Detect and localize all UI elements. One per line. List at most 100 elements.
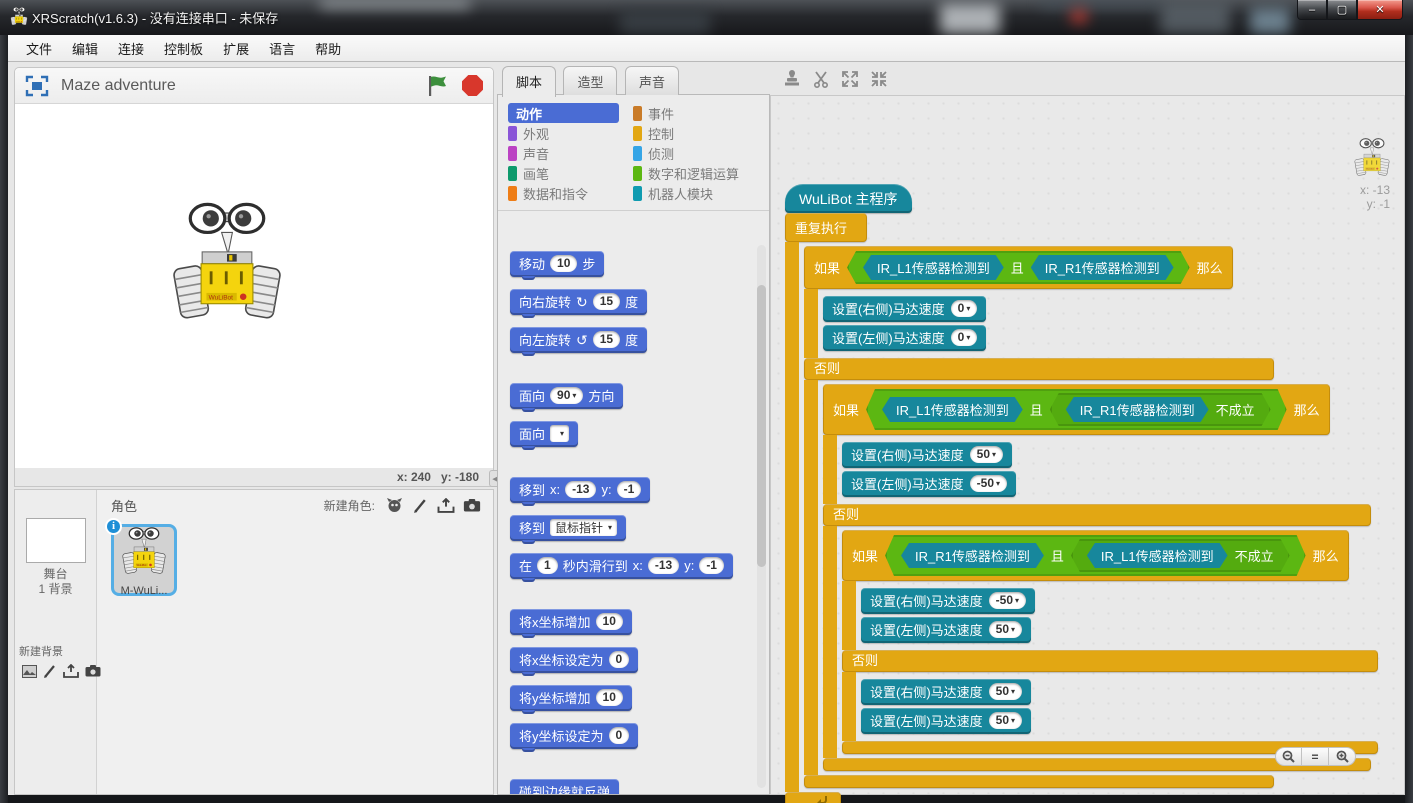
sprite-thumbnail-selected[interactable]: i M-WuLi...	[111, 524, 177, 596]
backdrop-library-icon[interactable]	[22, 662, 37, 680]
category-robot[interactable]: 机器人模块	[633, 183, 765, 203]
set-right-motor-block[interactable]: 设置(右侧)马达速度 0▾	[823, 296, 986, 322]
block-set-x[interactable]: 将x坐标设定为0	[510, 647, 638, 673]
block-point-towards[interactable]: 面向▾	[510, 421, 578, 447]
info-icon[interactable]: i	[105, 518, 122, 535]
script-canvas[interactable]: x: -13 y: -1 WuLiBot 主程序 重复执行 如果	[770, 95, 1405, 795]
block-change-x[interactable]: 将x坐标增加10	[510, 609, 632, 635]
number-input[interactable]: 10	[550, 255, 577, 272]
stage-canvas[interactable]	[15, 104, 493, 468]
block-set-y[interactable]: 将y坐标设定为0	[510, 723, 638, 749]
block-point-direction[interactable]: 面向90▾方向	[510, 383, 623, 409]
title-bar[interactable]: XRScratch(v1.6.3) - 没有连接串口 - 未保存 – ▢ ✕	[0, 0, 1413, 35]
tab-scripts[interactable]: 脚本	[502, 66, 556, 97]
zoom-reset-button[interactable]: =	[1302, 747, 1329, 766]
menu-item-6[interactable]: 帮助	[305, 36, 351, 61]
category-looks[interactable]: 外观	[508, 123, 633, 143]
number-dropdown[interactable]: 90▾	[550, 387, 583, 404]
tab-costumes[interactable]: 造型	[563, 66, 617, 95]
category-operators[interactable]: 数字和逻辑运算	[633, 163, 765, 183]
sensor-ir-r1[interactable]: IR_R1传感器检测到	[1066, 397, 1209, 422]
sensor-ir-l1[interactable]: IR_L1传感器检测到	[882, 397, 1023, 422]
block-goto-mouse[interactable]: 移到鼠标指针▾	[510, 515, 626, 541]
and-operator[interactable]: IR_R1传感器检测到 且 IR_L1传感器检测到 不成立	[885, 535, 1306, 576]
fullscreen-icon[interactable]	[25, 75, 49, 97]
upload-sprite-icon[interactable]	[436, 496, 456, 514]
block-move-steps[interactable]: 移动10步	[510, 251, 604, 277]
block-glide-to[interactable]: 在1秒内滑行到x:-13y:-1	[510, 553, 733, 579]
category-data[interactable]: 数据和指令	[508, 183, 633, 203]
menu-item-3[interactable]: 控制板	[154, 36, 213, 61]
if-else-block-2[interactable]: 如果 IR_L1传感器检测到 且 IR_R1传感器检测到 不成立	[823, 384, 1378, 771]
number-input[interactable]: 0	[609, 727, 630, 744]
minimize-button[interactable]: –	[1297, 0, 1327, 20]
menu-item-4[interactable]: 扩展	[213, 36, 259, 61]
scissors-icon[interactable]	[811, 69, 831, 89]
paintbrush-icon[interactable]	[43, 662, 57, 680]
number-input[interactable]: 1	[537, 557, 558, 574]
category-sound[interactable]: 声音	[508, 143, 633, 163]
maximize-button[interactable]: ▢	[1327, 0, 1357, 20]
green-flag-icon[interactable]	[426, 74, 450, 98]
category-control[interactable]: 控制	[633, 123, 765, 143]
number-input[interactable]: -13	[648, 557, 679, 574]
grow-icon[interactable]	[840, 69, 860, 89]
hat-block-main-program[interactable]: WuLiBot 主程序	[785, 184, 912, 213]
menu-item-0[interactable]: 文件	[16, 36, 62, 61]
if-else-block-1[interactable]: 如果 IR_L1传感器检测到 且 IR_R1传感器检测到 那么	[804, 246, 1378, 788]
sensor-ir-r1[interactable]: IR_R1传感器检测到	[901, 543, 1044, 568]
menu-item-1[interactable]: 编辑	[62, 36, 108, 61]
category-sensing[interactable]: 侦测	[633, 143, 765, 163]
script-stack[interactable]: WuLiBot 主程序 重复执行 如果 IR_L1传感器检测到	[785, 184, 1378, 803]
tab-sounds[interactable]: 声音	[625, 66, 679, 95]
number-input[interactable]: -1	[617, 481, 642, 498]
sensor-ir-l1[interactable]: IR_L1传感器检测到	[863, 255, 1004, 280]
block-bounce-on-edge[interactable]: 碰到边缘就反弹	[510, 779, 619, 794]
set-right-motor-block[interactable]: 设置(右侧)马达速度 -50▾	[861, 588, 1035, 614]
shrink-icon[interactable]	[869, 69, 889, 89]
block-turn-left[interactable]: 向左旋转↺15度	[510, 327, 647, 353]
stage-thumbnail[interactable]	[26, 518, 86, 563]
category-pen[interactable]: 画笔	[508, 163, 633, 183]
number-input[interactable]: 10	[596, 613, 623, 630]
number-input[interactable]: -13	[565, 481, 596, 498]
camera-sprite-icon[interactable]	[462, 496, 482, 514]
dropdown-input[interactable]: ▾	[550, 425, 569, 442]
set-left-motor-block[interactable]: 设置(左侧)马达速度 50▾	[861, 617, 1031, 643]
category-events[interactable]: 事件	[633, 103, 765, 123]
upload-backdrop-icon[interactable]	[63, 662, 79, 680]
zoom-out-icon[interactable]	[1275, 747, 1302, 766]
palette-scrollbar[interactable]	[757, 245, 766, 788]
not-operator[interactable]: IR_L1传感器检测到 不成立	[1071, 539, 1290, 572]
category-motion[interactable]: 动作	[508, 103, 619, 123]
stop-icon[interactable]	[462, 75, 483, 96]
menu-item-2[interactable]: 连接	[108, 36, 154, 61]
palette-scrollbar-thumb[interactable]	[757, 285, 766, 567]
menu-item-5[interactable]: 语言	[259, 36, 305, 61]
block-turn-right[interactable]: 向右旋转↻15度	[510, 289, 647, 315]
stage-column[interactable]: 舞台 1 背景 新建背景	[15, 490, 97, 794]
set-left-motor-block[interactable]: 设置(左侧)马达速度 50▾	[861, 708, 1031, 734]
paint-new-sprite-icon[interactable]	[410, 496, 430, 514]
number-input[interactable]: 15	[593, 331, 620, 348]
robot-sprite-on-stage[interactable]	[173, 202, 281, 332]
set-left-motor-block[interactable]: 设置(左侧)马达速度 -50▾	[842, 471, 1016, 497]
number-input[interactable]: 10	[596, 689, 623, 706]
stamp-icon[interactable]	[782, 69, 802, 89]
forever-block[interactable]: 重复执行 如果 IR_L1传感器检测到 且 IR_R1传感器检测到	[785, 213, 1378, 803]
and-operator[interactable]: IR_L1传感器检测到 且 IR_R1传感器检测到	[847, 251, 1190, 284]
number-input[interactable]: -1	[699, 557, 724, 574]
dropdown-input[interactable]: 鼠标指针▾	[550, 519, 617, 536]
sensor-ir-l1[interactable]: IR_L1传感器检测到	[1087, 543, 1228, 568]
and-operator[interactable]: IR_L1传感器检测到 且 IR_R1传感器检测到 不成立	[866, 389, 1287, 430]
block-change-y[interactable]: 将y坐标增加10	[510, 685, 632, 711]
number-input[interactable]: 0	[609, 651, 630, 668]
close-button[interactable]: ✕	[1357, 0, 1403, 20]
block-goto-xy[interactable]: 移到x:-13y:-1	[510, 477, 650, 503]
not-operator[interactable]: IR_R1传感器检测到 不成立	[1050, 393, 1271, 426]
number-input[interactable]: 15	[593, 293, 620, 310]
if-else-block-3[interactable]: 如果 IR_R1传感器检测到 且 IR_L1传感器检测到	[842, 530, 1378, 754]
zoom-in-icon[interactable]	[1329, 747, 1356, 766]
set-right-motor-block[interactable]: 设置(右侧)马达速度 50▾	[861, 679, 1031, 705]
sensor-ir-r1[interactable]: IR_R1传感器检测到	[1031, 255, 1174, 280]
